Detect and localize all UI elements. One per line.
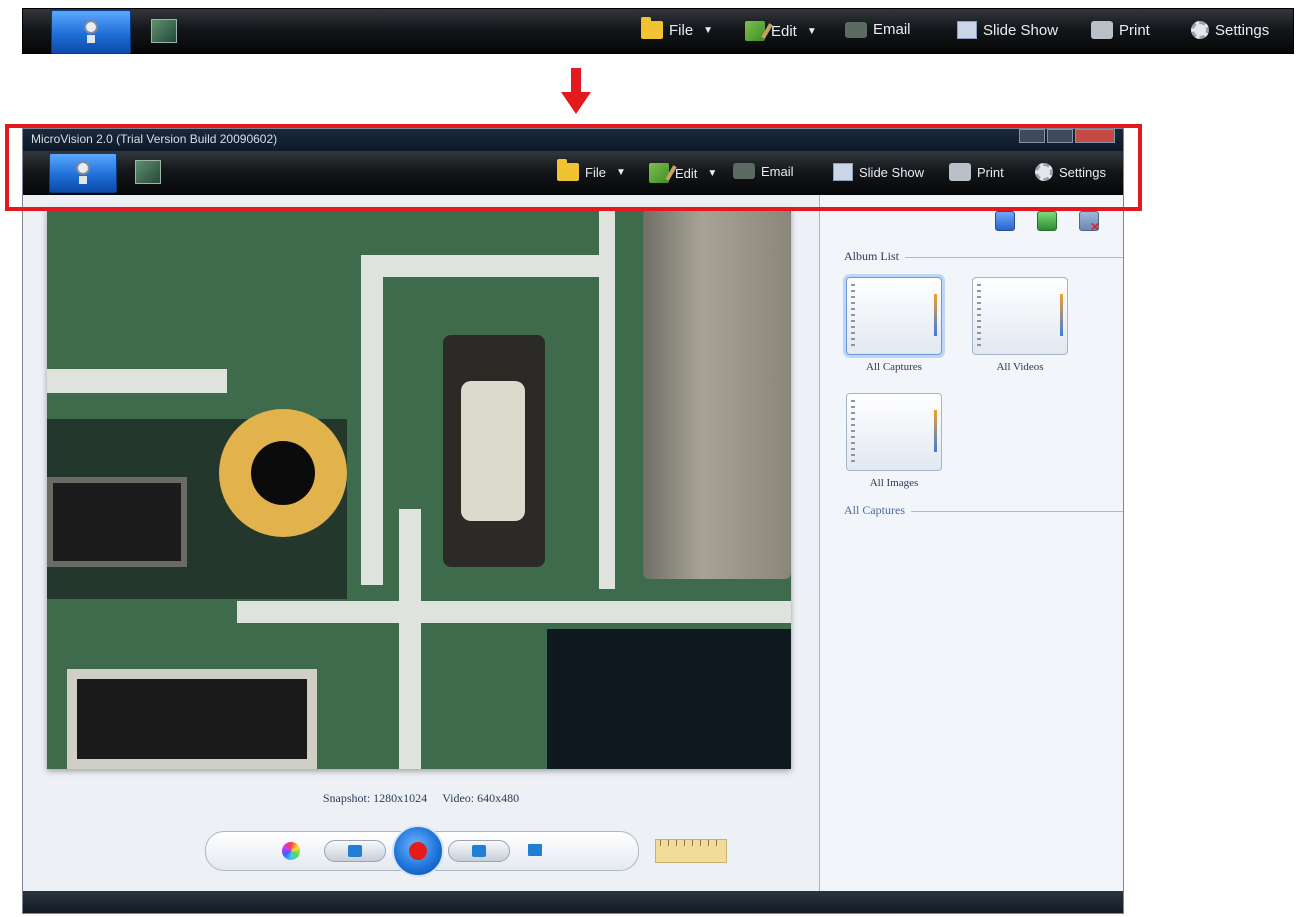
monitor-icon[interactable] <box>528 844 542 856</box>
slideshow-icon <box>957 21 977 39</box>
resolution-info: Snapshot: 1280x1024 Video: 640x480 <box>23 791 819 806</box>
pcb-capacitor <box>643 209 791 579</box>
add-album-icon[interactable] <box>1037 211 1057 231</box>
arrow-down-shaft <box>571 68 581 94</box>
album-label: All Images <box>869 477 919 489</box>
album-tools <box>995 211 1100 234</box>
gear-icon <box>1191 21 1209 39</box>
webcam-icon <box>82 20 100 44</box>
album-label: All Captures <box>866 361 922 373</box>
snapshot-resolution: Snapshot: 1280x1024 <box>322 791 428 805</box>
pcb-via-hole <box>251 441 315 505</box>
record-button[interactable] <box>392 825 444 877</box>
color-wheel-icon[interactable] <box>282 842 300 860</box>
live-preview-area: Snapshot: 1280x1024 Video: 640x480 <box>23 195 820 891</box>
pcb-trace <box>361 255 601 277</box>
gallery-tab[interactable] <box>151 19 177 43</box>
album-book-icon <box>846 277 942 355</box>
album-properties-icon[interactable] <box>995 211 1015 231</box>
settings-label: Settings <box>1215 21 1270 39</box>
album-list-heading: Album List <box>844 249 906 264</box>
camera-tab[interactable] <box>51 10 131 54</box>
camera-icon <box>348 845 362 857</box>
pcb-connector <box>67 669 317 769</box>
status-bar <box>23 891 1123 913</box>
gallery-icon <box>151 19 177 43</box>
email-icon <box>845 21 867 38</box>
print-label: Print <box>1119 21 1150 39</box>
edit-menu[interactable]: Edit ▼ <box>745 21 817 41</box>
file-menu-label: File <box>669 21 694 39</box>
pcb-trace <box>599 209 615 589</box>
settings-button[interactable]: Settings <box>1191 21 1269 39</box>
album-all-videos[interactable]: All Videos <box>968 277 1072 373</box>
chevron-down-icon: ▼ <box>806 25 817 37</box>
pcb-trace <box>237 601 791 623</box>
album-book-icon <box>972 277 1068 355</box>
current-album-heading: All Captures <box>844 503 911 518</box>
pcb-ic-chip <box>47 477 187 567</box>
camera-icon <box>472 845 486 857</box>
video-resolution: Video: 640x480 <box>442 791 520 805</box>
print-button[interactable]: Print <box>1091 21 1150 39</box>
microscope-preview-image <box>47 209 791 769</box>
print-icon <box>1091 21 1113 39</box>
pcb-trace <box>361 255 383 585</box>
slideshow-label: Slide Show <box>983 21 1059 39</box>
snapshot-burst-button[interactable] <box>448 840 510 862</box>
chevron-down-icon: ▼ <box>703 24 714 36</box>
record-icon <box>409 842 427 860</box>
toolbar-highlight-box <box>5 124 1142 211</box>
edit-icon <box>745 21 765 41</box>
slideshow-button[interactable]: Slide Show <box>957 21 1058 39</box>
email-button[interactable]: Email <box>845 21 911 38</box>
email-label: Email <box>873 21 911 38</box>
folder-icon <box>641 17 663 39</box>
app-window: MicroVision 2.0 (Trial Version Build 200… <box>22 128 1124 914</box>
album-label: All Videos <box>996 361 1044 373</box>
capture-controls <box>205 825 639 877</box>
pcb-trace <box>399 509 421 769</box>
pcb-trace <box>47 369 227 393</box>
toolbar-callout: File ▼ Edit ▼ Email Slide Show Print Set… <box>22 8 1294 54</box>
album-all-captures[interactable]: All Captures <box>842 277 946 373</box>
ruler-icon[interactable] <box>655 839 727 863</box>
album-panel: Album List All Captures All Videos All I… <box>820 195 1123 891</box>
snapshot-button[interactable] <box>324 840 386 862</box>
pcb-dark-region <box>547 629 791 769</box>
album-book-icon <box>846 393 942 471</box>
arrow-down-icon <box>561 92 591 114</box>
edit-menu-label: Edit <box>771 22 797 40</box>
pcb-resistor-body <box>461 381 525 521</box>
file-menu[interactable]: File ▼ <box>641 17 714 39</box>
album-all-images[interactable]: All Images <box>842 393 946 489</box>
delete-album-icon[interactable] <box>1079 211 1100 234</box>
